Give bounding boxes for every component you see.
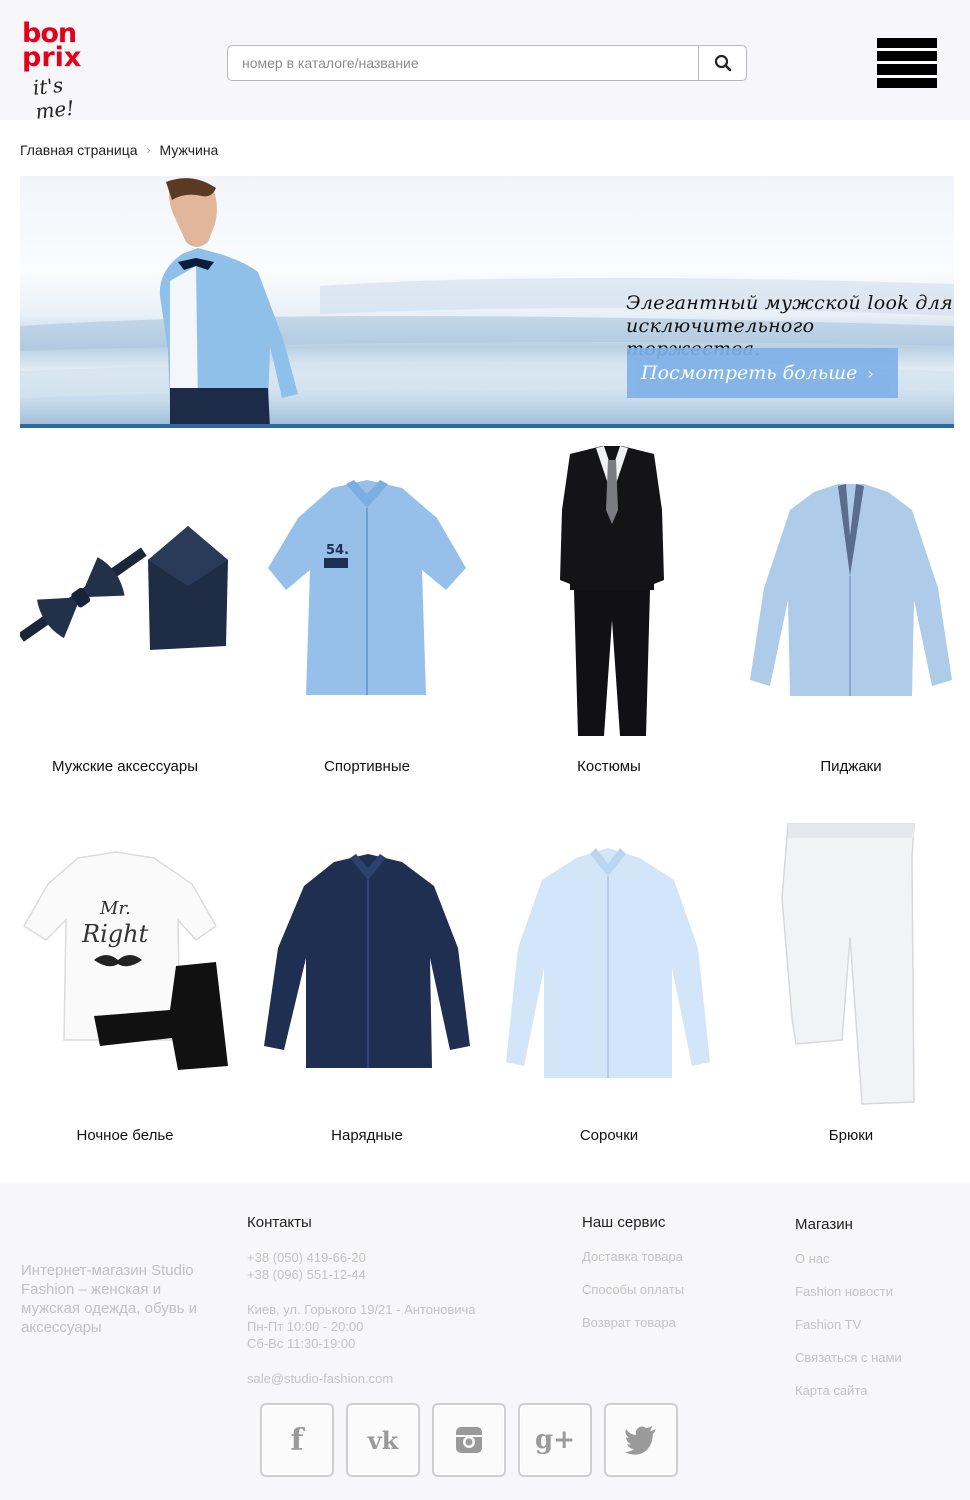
page: bon prix it's me! Главная страница › Муж… (0, 0, 970, 1500)
bonprix-logo[interactable]: bon prix it's me! (22, 20, 108, 124)
search-box (227, 45, 747, 81)
footer-shop: Магазин О нас Fashion новости Fashion TV… (795, 1216, 902, 1398)
breadcrumb: Главная страница › Мужчина (20, 142, 218, 158)
footer-service-title: Наш сервис (582, 1214, 666, 1231)
twitter-button[interactable] (604, 1403, 678, 1477)
banner-bottom-line (20, 424, 954, 428)
footer-hours-weekdays: Пн-Пт 10:00 - 20:00 (247, 1319, 364, 1334)
footer-contacts: Контакты +38 (050) 419-66-20 +38 (096) 5… (247, 1214, 476, 1387)
search-button[interactable] (698, 46, 746, 80)
category-label: Сорочки (579, 1127, 639, 1144)
hero-banner[interactable]: Элегантный мужской look для исключительн… (20, 176, 954, 428)
site-footer: Интернет-магазин Studio Fashion – женска… (0, 1183, 970, 1500)
view-more-label: Посмотреть больше (641, 362, 858, 384)
category-label: Брюки (828, 1127, 874, 1144)
footer-service: Наш сервис Доставка товара Способы оплат… (582, 1214, 684, 1330)
vk-icon: vk (367, 1425, 399, 1455)
view-more-button[interactable]: Посмотреть больше › (627, 348, 898, 398)
bow-tie-pocket-square-image (20, 526, 228, 650)
footer-link-returns[interactable]: Возврат товара (582, 1315, 684, 1330)
category-blazers[interactable]: Пиджаки (746, 440, 956, 780)
facebook-button[interactable]: f (260, 1403, 334, 1477)
breadcrumb-home[interactable]: Главная страница (20, 142, 138, 158)
category-label: Нарядные (331, 1127, 403, 1144)
light-blue-shirt-image (506, 848, 710, 1078)
twitter-icon (625, 1426, 656, 1455)
breadcrumb-current: Мужчина (159, 142, 219, 158)
category-label: Пиджаки (820, 758, 882, 775)
category-dressy[interactable]: Нарядные (262, 818, 472, 1158)
instagram-button[interactable] (432, 1403, 506, 1477)
category-trousers[interactable]: Брюки (746, 818, 956, 1158)
search-input[interactable] (228, 46, 698, 80)
banner-headline-line1: Элегантный мужской look для (626, 292, 954, 314)
footer-link-sitemap[interactable]: Карта сайта (795, 1383, 902, 1398)
footer-address: Киев, ул. Горького 19/21 - Антоновича (247, 1302, 476, 1317)
category-accessories[interactable]: Мужские аксессуары (20, 440, 230, 780)
white-trousers-image (781, 823, 915, 1105)
svg-text:54.: 54. (326, 543, 349, 558)
logo-tagline: it's me! (31, 72, 76, 124)
tshirt-shorts-image: Mr. Right (22, 851, 228, 1070)
navy-shirt-image (264, 854, 470, 1068)
svg-text:Mr.: Mr. (99, 898, 131, 919)
vk-button[interactable]: vk (346, 1403, 420, 1477)
footer-shop-title: Магазин (795, 1216, 853, 1233)
short-sleeve-shirt-image: 54. (268, 480, 466, 695)
footer-link-tv[interactable]: Fashion TV (795, 1317, 902, 1332)
category-label: Мужские аксессуары (51, 758, 199, 775)
footer-link-delivery[interactable]: Доставка товара (582, 1249, 684, 1264)
hamburger-menu-icon[interactable] (877, 38, 937, 88)
search-icon (714, 54, 731, 72)
breadcrumb-separator: › (146, 143, 151, 157)
footer-phone-2[interactable]: +38 (096) 551-12-44 (247, 1266, 476, 1283)
social-buttons: f vk g+ (260, 1403, 678, 1477)
svg-text:Right: Right (81, 920, 149, 948)
footer-link-about[interactable]: О нас (795, 1251, 902, 1266)
footer-phone-1[interactable]: +38 (050) 419-66-20 (247, 1249, 476, 1266)
footer-link-payment[interactable]: Способы оплаты (582, 1282, 684, 1297)
category-label: Ночное белье (76, 1127, 174, 1144)
footer-link-contact[interactable]: Связаться с нами (795, 1350, 902, 1365)
footer-email-link[interactable]: sale@studio-fashion.com (247, 1370, 476, 1387)
footer-hours-weekend: Сб-Вс 11:30-19:00 (247, 1336, 356, 1351)
category-label: Спортивные (324, 758, 410, 775)
footer-about-text: Интернет-магазин Studio Fashion – женска… (21, 1262, 198, 1336)
logo-word-prix: prix (22, 42, 82, 73)
chevron-right-icon: › (867, 363, 874, 383)
instagram-icon (456, 1427, 482, 1453)
google-plus-icon: g+ (535, 1425, 575, 1455)
category-label: Костюмы (577, 758, 641, 775)
site-header: bon prix it's me! (0, 0, 970, 124)
footer-contacts-title: Контакты (247, 1214, 312, 1231)
facebook-icon: f (290, 1422, 304, 1458)
black-suit-image (560, 446, 664, 736)
category-shirts[interactable]: Сорочки (504, 818, 714, 1158)
google-plus-button[interactable]: g+ (518, 1403, 592, 1477)
category-nightwear[interactable]: Mr. Right Ночное белье (20, 818, 230, 1158)
footer-link-news[interactable]: Fashion новости (795, 1284, 902, 1299)
category-sport[interactable]: 54. Спортивные (262, 440, 472, 780)
category-suits[interactable]: Костюмы (504, 440, 714, 780)
light-blue-blazer-image (750, 484, 952, 696)
